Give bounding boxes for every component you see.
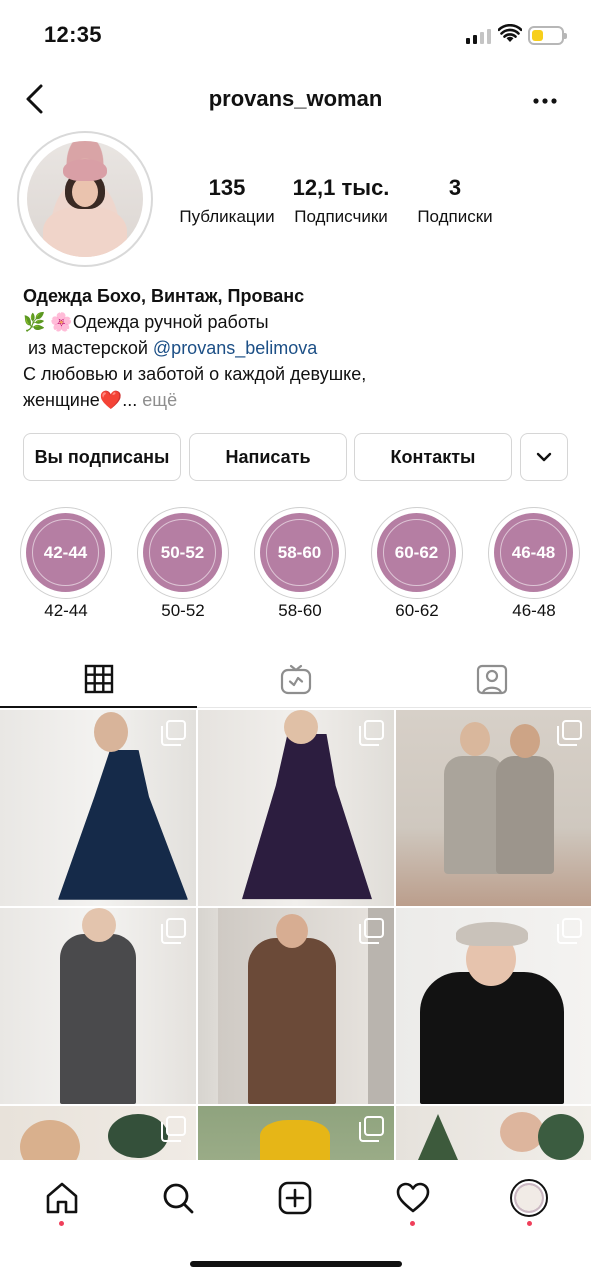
grid-icon[interactable]	[84, 664, 114, 694]
notification-dot	[410, 1221, 415, 1226]
heart-emoji: ❤️	[99, 390, 123, 410]
highlight-cover: 50-52	[143, 513, 222, 592]
profile-tabs	[0, 650, 591, 708]
highlight-label: 58-60	[278, 601, 322, 620]
multiple-photos-icon	[359, 1116, 384, 1142]
stat-followers-count: 12,1 тыс.	[292, 175, 390, 200]
following-button[interactable]: Вы подписаны	[23, 433, 181, 481]
bio-ellipsis: ...	[122, 390, 143, 410]
profile-tab-avatar[interactable]	[510, 1179, 548, 1217]
stat-followers[interactable]: 12,1 тыс. Подписчики	[286, 174, 396, 230]
bio-more-link[interactable]: ещё	[142, 390, 177, 410]
profile-avatar-ring[interactable]	[17, 131, 153, 267]
battery-icon	[528, 26, 567, 45]
highlight-label: 42-44	[44, 601, 88, 620]
bio-line-3: С любовью и заботой о каждой девушке,	[23, 364, 367, 384]
create-post-icon[interactable]	[277, 1180, 313, 1216]
multiple-photos-icon	[557, 918, 582, 944]
notification-dot	[59, 1221, 64, 1226]
multiple-photos-icon	[161, 720, 186, 746]
bio-name: Одежда Бохо, Винтаж, Прованс	[23, 286, 305, 306]
highlight-ring: 46-48	[488, 507, 580, 599]
highlight-ring: 50-52	[137, 507, 229, 599]
story-highlight[interactable]: 60-62 60-62	[371, 507, 463, 621]
story-highlight[interactable]: 42-44 42-44	[20, 507, 112, 621]
story-highlight[interactable]: 50-52 50-52	[137, 507, 229, 621]
highlight-ring: 58-60	[254, 507, 346, 599]
profile-avatar	[27, 141, 143, 257]
bio-mention-link[interactable]: @provans_belimova	[153, 338, 317, 358]
message-button[interactable]: Написать	[189, 433, 347, 481]
multiple-photos-icon	[161, 918, 186, 944]
highlight-label: 60-62	[395, 601, 439, 620]
bio-line-4: женщине❤️... ещё	[23, 387, 573, 413]
post-thumbnail[interactable]	[198, 1106, 394, 1160]
tagged-icon[interactable]	[476, 663, 508, 695]
bio-line-2: из мастерской @provans_belimova	[23, 335, 573, 361]
bio-emoji: 🌿 🌸	[23, 312, 73, 332]
wifi-icon	[498, 24, 522, 42]
status-bar: 12:35	[0, 0, 591, 70]
bio-text: женщине	[23, 390, 100, 410]
multiple-photos-icon	[161, 1116, 186, 1142]
post-thumbnail[interactable]	[0, 1106, 196, 1160]
search-icon[interactable]	[160, 1180, 196, 1216]
suggested-dropdown-button[interactable]	[520, 433, 568, 481]
profile-username: provans_woman	[208, 86, 383, 111]
post-thumbnail[interactable]	[198, 710, 394, 906]
multiple-photos-icon	[359, 720, 384, 746]
status-time: 12:35	[44, 22, 102, 47]
home-icon[interactable]	[44, 1180, 80, 1216]
stat-posts-count: 135	[208, 175, 246, 200]
multiple-photos-icon	[557, 720, 582, 746]
profile-bio: Одежда Бохо, Винтаж, Прованс 🌿 🌸Одежда р…	[23, 283, 573, 413]
post-thumbnail[interactable]	[0, 710, 196, 906]
profile-logo-icon	[514, 1183, 544, 1213]
post-thumbnail[interactable]	[396, 1106, 591, 1160]
cellular-signal-icon	[466, 28, 492, 44]
heart-activity-icon[interactable]	[395, 1180, 431, 1216]
highlight-label: 46-48	[512, 601, 556, 620]
stat-followers-label: Подписчики	[294, 207, 388, 226]
story-highlight[interactable]: 58-60 58-60	[254, 507, 346, 621]
highlight-cover: 58-60	[260, 513, 339, 592]
story-highlight[interactable]: 46-48 46-48	[488, 507, 580, 621]
post-thumbnail[interactable]	[0, 908, 196, 1104]
post-thumbnail[interactable]	[198, 908, 394, 1104]
bio-text: Одежда ручной работы	[72, 312, 269, 332]
stat-posts[interactable]: 135 Публикации	[172, 174, 282, 230]
stat-following-count: 3	[448, 175, 462, 200]
chevron-down-icon	[536, 452, 552, 462]
active-tab-indicator	[0, 706, 197, 708]
posts-grid	[0, 710, 591, 1160]
stat-following-label: Подписки	[417, 207, 493, 226]
stat-posts-label: Публикации	[179, 207, 275, 226]
post-thumbnail[interactable]	[396, 908, 591, 1104]
post-thumbnail[interactable]	[396, 710, 591, 906]
highlight-label: 50-52	[161, 601, 205, 620]
highlight-ring: 60-62	[371, 507, 463, 599]
highlight-cover: 46-48	[494, 513, 573, 592]
home-indicator	[190, 1261, 402, 1267]
bio-line-1: 🌿 🌸Одежда ручной работы	[23, 309, 573, 335]
highlight-ring: 42-44	[20, 507, 112, 599]
highlight-cover: 60-62	[377, 513, 456, 592]
contacts-button[interactable]: Контакты	[354, 433, 512, 481]
bio-text: из мастерской	[23, 338, 153, 358]
multiple-photos-icon	[359, 918, 384, 944]
more-options-icon[interactable]	[530, 86, 560, 116]
notification-dot	[527, 1221, 532, 1226]
highlight-cover: 42-44	[26, 513, 105, 592]
igtv-icon[interactable]	[280, 662, 312, 696]
stat-following[interactable]: 3 Подписки	[402, 174, 508, 230]
